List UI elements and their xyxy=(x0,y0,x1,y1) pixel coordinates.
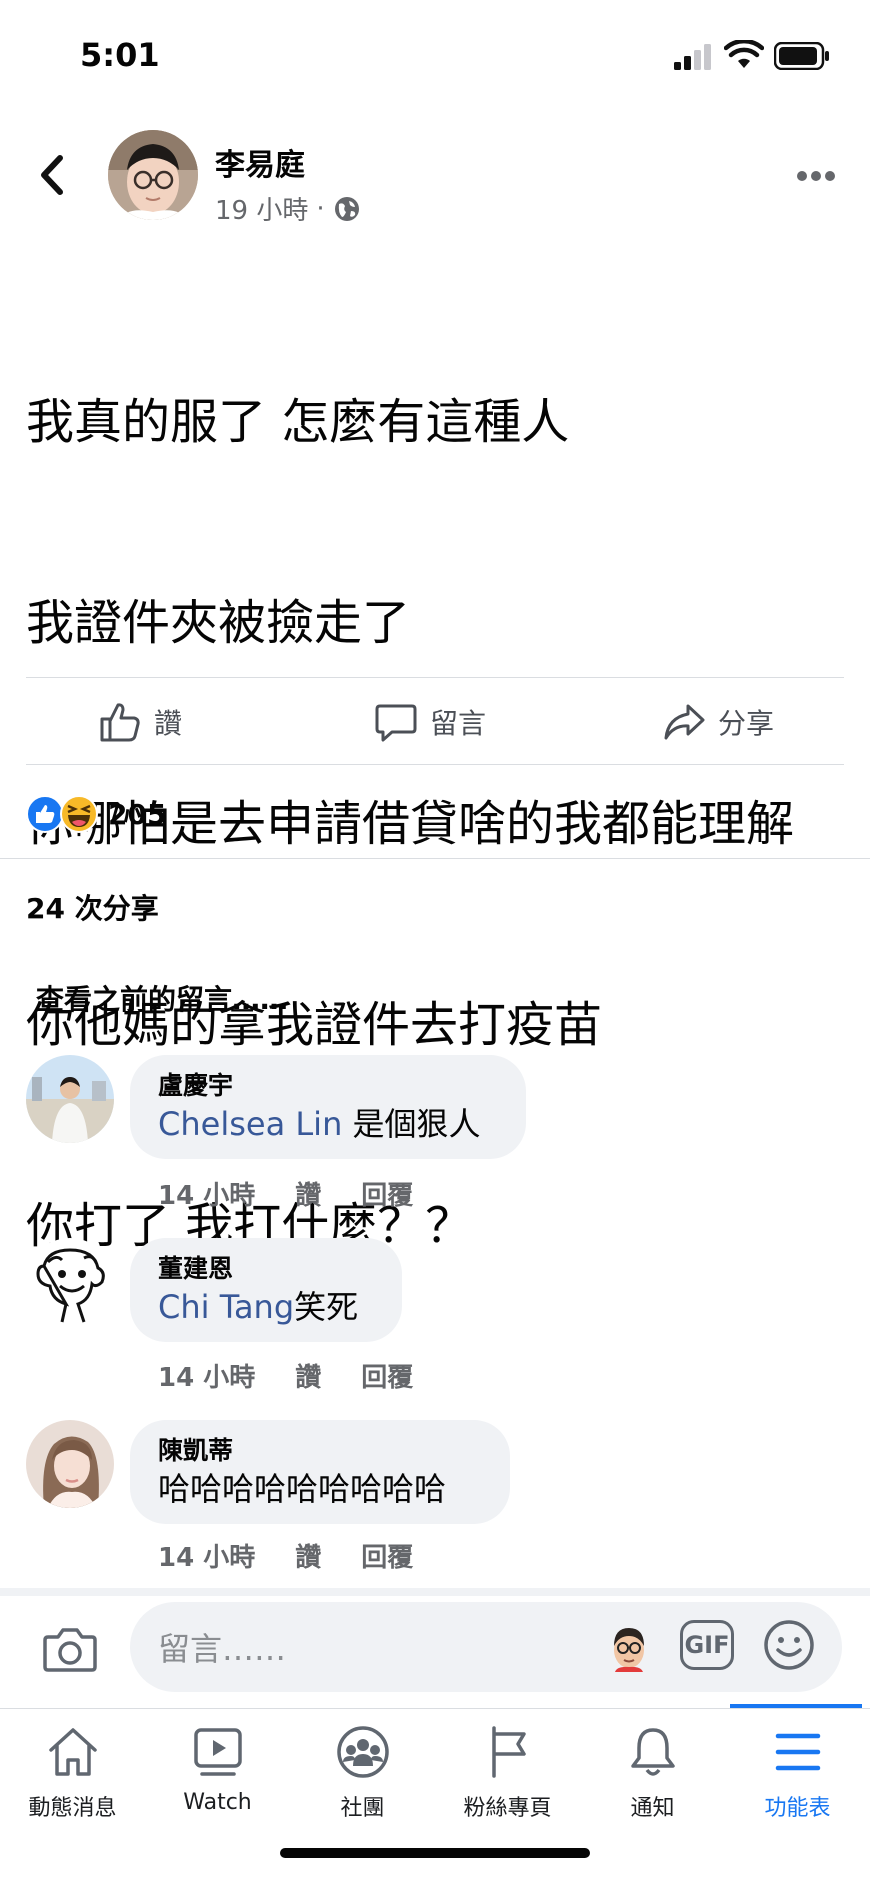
mention-link[interactable]: Chelsea Lin xyxy=(158,1105,342,1143)
divider xyxy=(26,764,844,765)
like-label: 讚 xyxy=(154,707,183,740)
commenter-avatar[interactable] xyxy=(26,1055,114,1143)
nav-label: Watch xyxy=(183,1790,252,1815)
post-line: 我證件夾被撿走了 xyxy=(26,595,411,651)
share-icon xyxy=(664,704,705,740)
haha-reaction-icon xyxy=(60,795,98,833)
nav-groups[interactable]: 社團 xyxy=(290,1724,435,1822)
mention-link[interactable]: Chi Tang xyxy=(158,1288,294,1326)
nav-notifications[interactable]: 通知 xyxy=(580,1724,725,1822)
home-icon xyxy=(48,1728,97,1776)
comment-like-button[interactable]: 讚 xyxy=(295,1175,321,1212)
comment-text: 哈哈哈哈哈哈哈哈哈 xyxy=(158,1468,482,1510)
comment-reply-button[interactable]: 回覆 xyxy=(361,1537,413,1574)
author-avatar[interactable] xyxy=(108,130,198,220)
comment-bubble[interactable]: 董建恩 Chi Tang笑死 xyxy=(130,1238,402,1342)
like-button[interactable]: 讚 xyxy=(98,700,182,744)
nav-watch[interactable]: Watch xyxy=(145,1724,290,1815)
comment-meta: 14 小時 讚 回覆 xyxy=(158,1357,413,1394)
more-options-icon[interactable] xyxy=(796,170,836,182)
commenter-avatar[interactable] xyxy=(26,1238,114,1326)
comment-label: 留言 xyxy=(430,707,487,740)
composer-separator xyxy=(0,1588,870,1596)
wifi-icon xyxy=(724,40,764,68)
divider xyxy=(0,858,870,859)
nav-label: 社團 xyxy=(340,1796,385,1821)
camera-icon[interactable] xyxy=(42,1625,98,1673)
comment-button[interactable]: 留言 xyxy=(374,700,486,744)
back-icon[interactable] xyxy=(30,150,74,200)
commenter-name[interactable]: 陳凱蒂 xyxy=(158,1434,482,1468)
share-label: 分享 xyxy=(718,707,775,740)
active-tab-indicator xyxy=(730,1704,862,1708)
post-text: 我真的服了 怎麼有這種人 我證件夾被撿走了 你哪怕是去申請借貸啥的我都能理解 你… xyxy=(26,255,856,1327)
author-name[interactable]: 李易庭 xyxy=(215,140,305,184)
comment-time[interactable]: 14 小時 xyxy=(158,1175,255,1212)
gif-button[interactable]: GIF xyxy=(680,1620,734,1670)
nav-label: 粉絲專頁 xyxy=(463,1796,552,1821)
menu-icon xyxy=(775,1733,820,1771)
comment-icon xyxy=(375,704,417,742)
post-time[interactable]: 19 小時 xyxy=(215,190,308,227)
comment-body: 笑死 xyxy=(294,1288,359,1326)
view-previous-comments[interactable]: 查看之前的留言…… xyxy=(36,978,288,1018)
thumbs-up-icon xyxy=(100,703,140,742)
comment-bubble[interactable]: 陳凱蒂 哈哈哈哈哈哈哈哈哈 xyxy=(130,1420,510,1524)
divider xyxy=(26,677,844,678)
comment-text: Chelsea Lin 是個狠人 xyxy=(158,1103,498,1145)
share-button[interactable]: 分享 xyxy=(662,700,774,744)
nav-label: 動態消息 xyxy=(28,1796,117,1821)
comment-time[interactable]: 14 小時 xyxy=(158,1357,255,1394)
composer-placeholder[interactable]: 留言…… xyxy=(158,1624,286,1670)
comment-bubble[interactable]: 盧慶宇 Chelsea Lin 是個狠人 xyxy=(130,1055,526,1159)
comment-body: 是個狠人 xyxy=(342,1105,481,1143)
commenter-avatar[interactable] xyxy=(26,1420,114,1508)
comment-reply-button[interactable]: 回覆 xyxy=(361,1357,413,1394)
comment-time[interactable]: 14 小時 xyxy=(158,1537,255,1574)
share-count[interactable]: 24 次分享 xyxy=(26,887,159,927)
comment-like-button[interactable]: 讚 xyxy=(295,1537,321,1574)
post-meta: 19 小時 · xyxy=(215,190,361,227)
comment-reply-button[interactable]: 回覆 xyxy=(361,1175,413,1212)
watch-icon xyxy=(193,1728,242,1776)
comment-meta: 14 小時 讚 回覆 xyxy=(158,1537,413,1574)
comment-body: 哈哈哈哈哈哈哈哈哈 xyxy=(158,1470,447,1508)
commenter-name[interactable]: 董建恩 xyxy=(158,1252,374,1286)
comment-meta: 14 小時 讚 回覆 xyxy=(158,1175,413,1212)
comment-text: Chi Tang笑死 xyxy=(158,1286,374,1328)
commenter-name[interactable]: 盧慶宇 xyxy=(158,1069,498,1103)
emoji-icon[interactable] xyxy=(762,1618,816,1672)
bell-icon xyxy=(630,1728,675,1776)
nav-label: 通知 xyxy=(630,1796,675,1821)
reaction-count: 205 xyxy=(108,797,167,831)
comment-like-button[interactable]: 讚 xyxy=(295,1357,321,1394)
groups-icon xyxy=(336,1726,389,1778)
nav-divider xyxy=(0,1708,870,1709)
nav-news-feed[interactable]: 動態消息 xyxy=(0,1724,145,1822)
avatar-sticker-icon[interactable] xyxy=(603,1620,655,1672)
battery-icon xyxy=(774,42,829,70)
status-time: 5:01 xyxy=(80,36,160,74)
like-reaction-icon xyxy=(26,795,64,833)
home-indicator[interactable] xyxy=(280,1848,590,1858)
flag-icon xyxy=(491,1726,526,1778)
signal-icon xyxy=(674,44,711,70)
nav-pages[interactable]: 粉絲專頁 xyxy=(435,1724,580,1822)
nav-menu[interactable]: 功能表 xyxy=(725,1724,870,1822)
globe-icon xyxy=(334,196,359,221)
nav-label: 功能表 xyxy=(764,1796,831,1821)
meta-separator: · xyxy=(316,193,325,224)
reactions-summary[interactable]: 205 xyxy=(26,795,166,833)
comment-composer[interactable]: 留言…… GIF xyxy=(130,1602,842,1692)
post-line: 我真的服了 怎麼有這種人 xyxy=(26,394,570,450)
